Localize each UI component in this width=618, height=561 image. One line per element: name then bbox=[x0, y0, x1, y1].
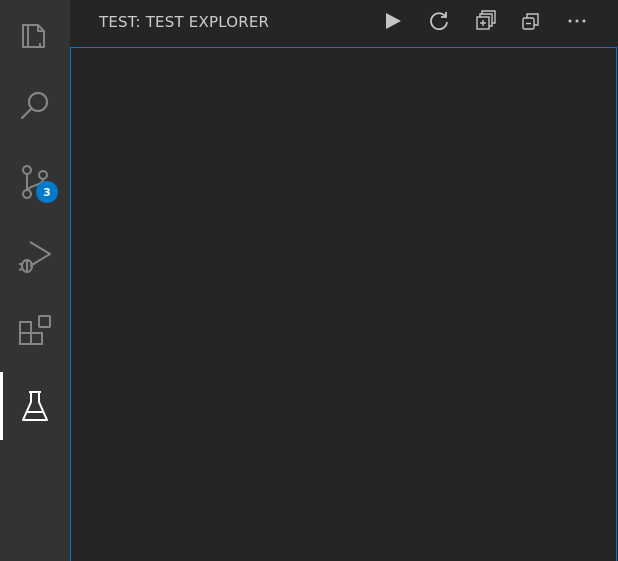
expand-all-icon bbox=[474, 10, 496, 36]
refresh-icon bbox=[428, 10, 450, 36]
test-explorer-tree[interactable] bbox=[70, 47, 617, 561]
search-icon bbox=[18, 89, 52, 123]
expand-all-button[interactable] bbox=[470, 8, 500, 38]
collapse-all-icon bbox=[520, 10, 542, 36]
collapse-all-button[interactable] bbox=[516, 8, 546, 38]
sidebar-header: TEST: TEST EXPLORER bbox=[70, 0, 618, 46]
activity-item-explorer[interactable] bbox=[0, 0, 70, 68]
activity-bar: 3 bbox=[0, 0, 70, 561]
active-indicator bbox=[0, 372, 3, 440]
refresh-tests-button[interactable] bbox=[424, 8, 454, 38]
extensions-icon bbox=[17, 314, 53, 350]
source-control-badge: 3 bbox=[36, 181, 58, 203]
sidebar: TEST: TEST EXPLORER bbox=[70, 0, 618, 561]
vscode-window: 3 TEST: TEST EXPLORER bbox=[0, 0, 618, 561]
sidebar-title: TEST: TEST EXPLORER bbox=[99, 13, 270, 31]
ellipsis-icon bbox=[566, 10, 588, 36]
more-actions-button[interactable] bbox=[562, 8, 592, 38]
play-icon bbox=[383, 11, 403, 35]
activity-item-search[interactable] bbox=[0, 72, 70, 140]
run-all-tests-button[interactable] bbox=[378, 8, 408, 38]
run-debug-icon bbox=[16, 236, 54, 276]
activity-item-run-debug[interactable] bbox=[0, 222, 70, 290]
files-icon bbox=[18, 17, 52, 51]
beaker-icon bbox=[20, 388, 50, 424]
activity-item-source-control[interactable] bbox=[0, 148, 70, 216]
activity-item-extensions[interactable] bbox=[0, 298, 70, 366]
activity-item-testing[interactable] bbox=[0, 372, 70, 440]
